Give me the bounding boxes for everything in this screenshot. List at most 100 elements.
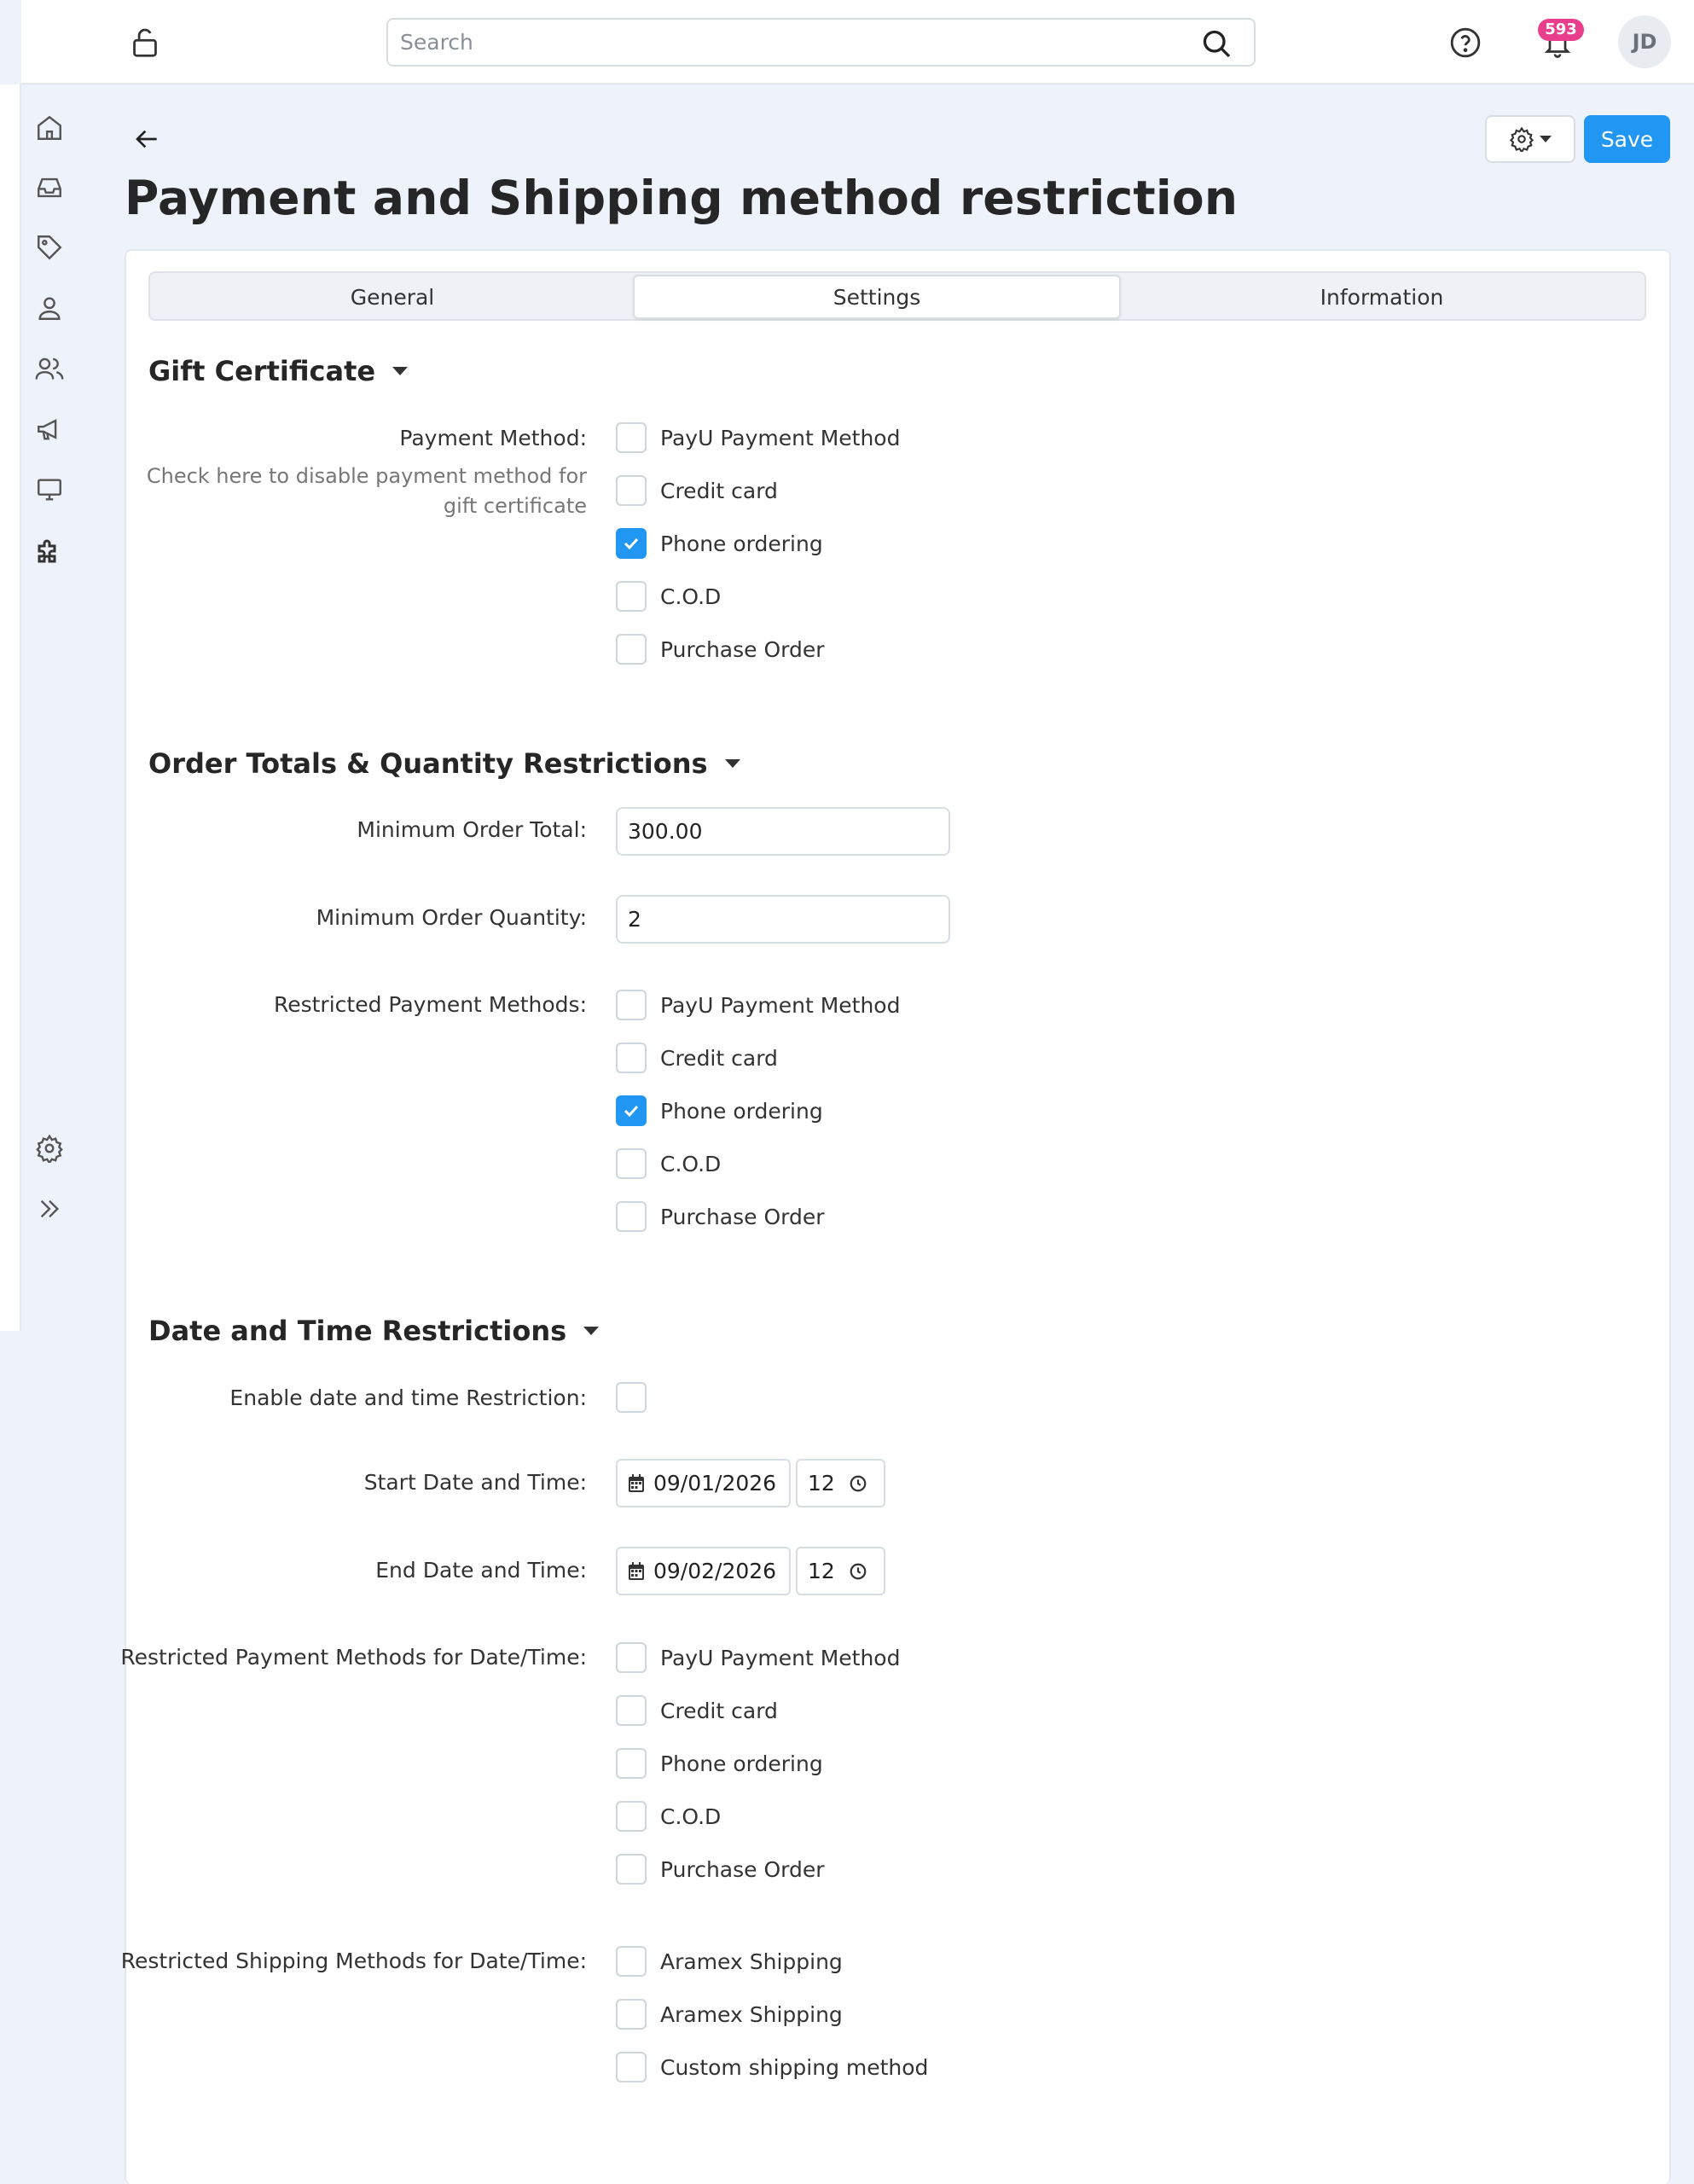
end-date-input[interactable]: 09/02/2026 bbox=[616, 1547, 791, 1595]
checkbox[interactable] bbox=[616, 1999, 647, 2030]
calendar-icon bbox=[629, 1473, 644, 1492]
caret-down-icon bbox=[392, 367, 409, 375]
checkbox[interactable] bbox=[616, 1854, 647, 1885]
date-time-shipping-option[interactable]: Custom shipping method bbox=[616, 2051, 928, 2083]
checkbox[interactable] bbox=[616, 422, 647, 453]
users-icon[interactable] bbox=[27, 346, 72, 391]
min-order-total-input[interactable] bbox=[616, 807, 950, 856]
checkbox-label: Phone ordering bbox=[660, 531, 823, 556]
tab-information[interactable]: Information bbox=[1121, 275, 1643, 319]
start-hour-value: 12 bbox=[808, 1471, 835, 1496]
checkbox[interactable] bbox=[616, 1642, 647, 1673]
section-order-totals[interactable]: Order Totals & Quantity Restrictions bbox=[148, 747, 740, 780]
chevron-down-icon bbox=[1540, 136, 1552, 142]
gift-certificate-payment-option[interactable]: C.O.D bbox=[616, 580, 721, 613]
start-date-input[interactable]: 09/01/2026 bbox=[616, 1459, 791, 1507]
lock-icon[interactable] bbox=[128, 26, 162, 60]
checkbox-label: C.O.D bbox=[660, 1151, 722, 1176]
expand-sidebar-icon[interactable] bbox=[27, 1187, 72, 1231]
checkbox[interactable] bbox=[616, 1095, 647, 1126]
settings-dropdown-button[interactable] bbox=[1485, 115, 1575, 163]
megaphone-icon[interactable] bbox=[27, 407, 72, 451]
section-date-time[interactable]: Date and Time Restrictions bbox=[148, 1315, 600, 1347]
start-date-time-label: Start Date and Time: bbox=[363, 1470, 587, 1495]
checkbox-label: PayU Payment Method bbox=[660, 425, 901, 450]
tab-settings[interactable]: Settings bbox=[633, 275, 1121, 319]
settings-gear-icon[interactable] bbox=[27, 1126, 72, 1170]
date-time-payment-label: Restricted Payment Methods for Date/Time… bbox=[120, 1645, 587, 1670]
end-time-input[interactable]: 12 bbox=[796, 1547, 885, 1595]
end-date-value: 09/02/2026 bbox=[653, 1559, 777, 1583]
search-icon[interactable] bbox=[1201, 28, 1232, 59]
monitor-icon[interactable] bbox=[27, 468, 72, 512]
search-box[interactable] bbox=[386, 18, 1256, 67]
help-icon[interactable] bbox=[1446, 23, 1485, 62]
section-gift-certificate[interactable]: Gift Certificate bbox=[148, 355, 409, 387]
checkbox-label: C.O.D bbox=[660, 584, 722, 609]
restricted-payment-option[interactable]: PayU Payment Method bbox=[616, 989, 900, 1021]
checkbox-label: Purchase Order bbox=[660, 1856, 825, 1882]
section-title: Order Totals & Quantity Restrictions bbox=[148, 747, 708, 780]
checkbox[interactable] bbox=[616, 528, 647, 559]
date-time-payment-option[interactable]: Credit card bbox=[616, 1694, 778, 1727]
end-date-time-label: End Date and Time: bbox=[375, 1558, 587, 1583]
min-order-quantity-label: Minimum Order Quantity: bbox=[316, 905, 587, 930]
date-time-payment-option[interactable]: Purchase Order bbox=[616, 1853, 825, 1885]
checkbox[interactable] bbox=[616, 1748, 647, 1779]
restricted-payment-option[interactable]: Purchase Order bbox=[616, 1200, 825, 1233]
tab-general[interactable]: General bbox=[152, 275, 633, 319]
gift-certificate-payment-option[interactable]: Purchase Order bbox=[616, 633, 825, 665]
checkbox[interactable] bbox=[616, 1201, 647, 1232]
date-time-shipping-option[interactable]: Aramex Shipping bbox=[616, 1998, 843, 2030]
search-input[interactable] bbox=[388, 20, 1156, 65]
enable-date-time-checkbox-row[interactable] bbox=[616, 1381, 647, 1414]
caret-down-icon bbox=[724, 759, 740, 768]
checkbox[interactable] bbox=[616, 990, 647, 1020]
checkbox[interactable] bbox=[616, 1946, 647, 1977]
restricted-payment-option[interactable]: Credit card bbox=[616, 1042, 778, 1074]
puzzle-icon[interactable] bbox=[27, 529, 72, 573]
calendar-icon bbox=[629, 1561, 644, 1580]
avatar[interactable]: JD bbox=[1618, 15, 1671, 68]
inbox-icon[interactable] bbox=[27, 166, 72, 210]
checkbox[interactable] bbox=[616, 1801, 647, 1832]
tag-icon[interactable] bbox=[27, 225, 72, 270]
checkbox-label: PayU Payment Method bbox=[660, 1645, 901, 1670]
gift-certificate-payment-option[interactable]: PayU Payment Method bbox=[616, 421, 900, 454]
user-icon[interactable] bbox=[27, 286, 72, 330]
checkbox-label: C.O.D bbox=[660, 1804, 722, 1829]
payment-method-help-text: Check here to disable payment method for… bbox=[146, 464, 587, 518]
checkbox-label: Custom shipping method bbox=[660, 2054, 929, 2080]
date-time-payment-option[interactable]: PayU Payment Method bbox=[616, 1641, 900, 1674]
checkbox[interactable] bbox=[616, 1695, 647, 1726]
min-order-quantity-input[interactable] bbox=[616, 895, 950, 944]
date-time-payment-option[interactable]: C.O.D bbox=[616, 1800, 721, 1833]
payment-method-label: Payment Method: bbox=[399, 426, 587, 450]
checkbox-label: Credit card bbox=[660, 478, 778, 503]
checkbox[interactable] bbox=[616, 581, 647, 612]
section-title: Date and Time Restrictions bbox=[148, 1315, 567, 1347]
caret-down-icon bbox=[583, 1327, 600, 1335]
form-card bbox=[125, 249, 1671, 2184]
date-time-payment-option[interactable]: Phone ordering bbox=[616, 1747, 823, 1780]
gift-certificate-payment-option[interactable]: Credit card bbox=[616, 474, 778, 507]
checkbox-label: Phone ordering bbox=[660, 1751, 823, 1776]
restricted-payment-option[interactable]: Phone ordering bbox=[616, 1095, 823, 1127]
date-time-shipping-option[interactable]: Aramex Shipping bbox=[616, 1945, 843, 1978]
checkbox-label: Credit card bbox=[660, 1045, 778, 1071]
gift-certificate-payment-option[interactable]: Phone ordering bbox=[616, 527, 823, 560]
checkbox[interactable] bbox=[616, 1148, 647, 1179]
enable-date-time-checkbox[interactable] bbox=[616, 1382, 647, 1413]
restricted-payment-option[interactable]: C.O.D bbox=[616, 1147, 721, 1180]
start-time-input[interactable]: 12 bbox=[796, 1459, 885, 1507]
checkbox[interactable] bbox=[616, 2052, 647, 2082]
checkbox[interactable] bbox=[616, 634, 647, 665]
checkbox-label: Purchase Order bbox=[660, 1204, 825, 1229]
checkbox[interactable] bbox=[616, 1043, 647, 1073]
checkbox-label: Credit card bbox=[660, 1698, 778, 1723]
section-title: Gift Certificate bbox=[148, 355, 376, 387]
back-arrow-icon[interactable] bbox=[128, 119, 167, 159]
home-icon[interactable] bbox=[27, 106, 72, 150]
checkbox[interactable] bbox=[616, 475, 647, 506]
save-button[interactable]: Save bbox=[1584, 115, 1670, 163]
